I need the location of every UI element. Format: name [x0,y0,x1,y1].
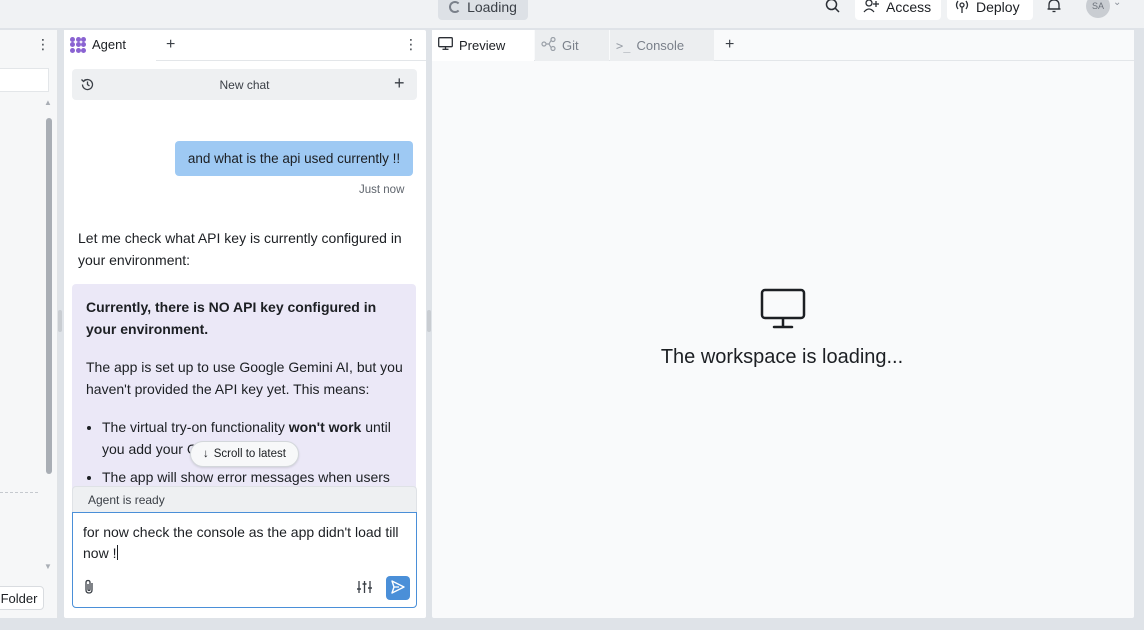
resize-handle[interactable] [58,310,62,332]
user-message-text: and what is the api used currently !! [187,151,401,166]
monitor-icon [438,37,453,53]
scrollbar-thumb[interactable] [46,118,52,474]
loading-label: Loading [467,0,517,15]
git-branch-icon [541,36,556,54]
deploy-label: Deploy [976,0,1020,15]
chevron-down-icon[interactable]: ⌄ [1113,0,1121,8]
message-timestamp: Just now [359,184,405,196]
new-folder-label: Folder [0,590,38,606]
deploy-button[interactable]: Deploy [947,0,1033,20]
top-bar: Loading Access Deploy SA ⌄ [0,0,1144,28]
scroll-down-arrow-icon[interactable]: ▼ [44,562,52,571]
history-icon[interactable] [80,77,95,95]
agent-status-label: Agent is ready [88,492,165,507]
tab-agent[interactable]: Agent [64,30,156,61]
access-button[interactable]: Access [855,0,941,20]
callout-heading: Currently, there is NO API key configure… [86,299,377,337]
search-icon[interactable] [825,0,840,17]
divider [156,60,426,61]
agent-message: Let me check what API key is currently c… [78,230,402,268]
text-caret [117,545,119,560]
add-tab-icon[interactable]: + [166,36,175,54]
tab-console[interactable]: >_ Console [610,30,714,61]
tab-agent-label: Agent [92,37,126,52]
file-search-input[interactable] [0,68,49,92]
terminal-icon: >_ [616,38,631,53]
tab-git[interactable]: Git [535,30,609,61]
callout-paragraph: The app is set up to use Google Gemini A… [86,359,403,397]
plus-icon[interactable]: + [394,73,405,94]
send-button[interactable] [386,576,410,600]
spinner-icon [449,1,462,13]
list-item-bold: won't work [288,419,362,435]
deploy-icon [955,0,969,16]
agent-panel: Agent + ⋮ New chat + and what is the api… [64,30,426,618]
avatar-initials: SA [1091,1,1104,11]
chat-input-value: for now check the console as the app did… [83,524,399,561]
workspace-loading-message: The workspace is loading... [660,346,904,368]
add-tab-icon[interactable]: + [725,36,734,54]
new-chat-bar[interactable]: New chat + [72,69,417,100]
paperclip-icon[interactable] [82,579,96,598]
resize-handle[interactable] [427,310,431,332]
preview-panel: Preview Git >_ Console + The workspace i… [432,30,1134,618]
tab-git-label: Git [562,38,579,53]
avatar[interactable]: SA [1086,0,1110,18]
new-chat-label: New chat [219,77,270,92]
scroll-up-arrow-icon[interactable]: ▲ [44,98,52,107]
agent-logo-icon [70,36,86,53]
chat-input[interactable]: for now check the console as the app did… [83,522,411,564]
new-folder-button[interactable]: Folder [0,586,44,610]
tab-preview[interactable]: Preview [432,30,534,61]
scroll-to-latest-button[interactable]: ↓ Scroll to latest [190,441,299,467]
agent-status-bar: Agent is ready [72,486,417,512]
bell-icon[interactable] [1047,0,1061,17]
divider [0,492,38,493]
scroll-to-latest-label: Scroll to latest [213,448,286,460]
tab-console-label: Console [636,38,685,53]
chat-composer[interactable]: for now check the console as the app did… [72,512,417,608]
preview-tab-bar: Preview Git >_ Console + [432,30,1134,61]
send-icon [391,579,405,597]
add-user-icon [863,0,879,16]
more-options-icon[interactable]: ⋮ [404,36,418,53]
list-item: The app will show error messages when us… [102,466,403,488]
monitor-icon [760,288,806,333]
settings-sliders-icon[interactable] [357,580,372,597]
loading-status: Loading [438,0,528,20]
list-item-text: The virtual try-on functionality [102,419,289,435]
tab-preview-label: Preview [459,37,506,53]
user-message: and what is the api used currently !! [175,141,413,176]
access-label: Access [886,0,932,15]
files-panel: ⋮ ▲ ▼ Folder [0,30,58,618]
arrow-down-icon: ↓ [203,448,209,460]
more-options-icon[interactable]: ⋮ [36,36,50,53]
